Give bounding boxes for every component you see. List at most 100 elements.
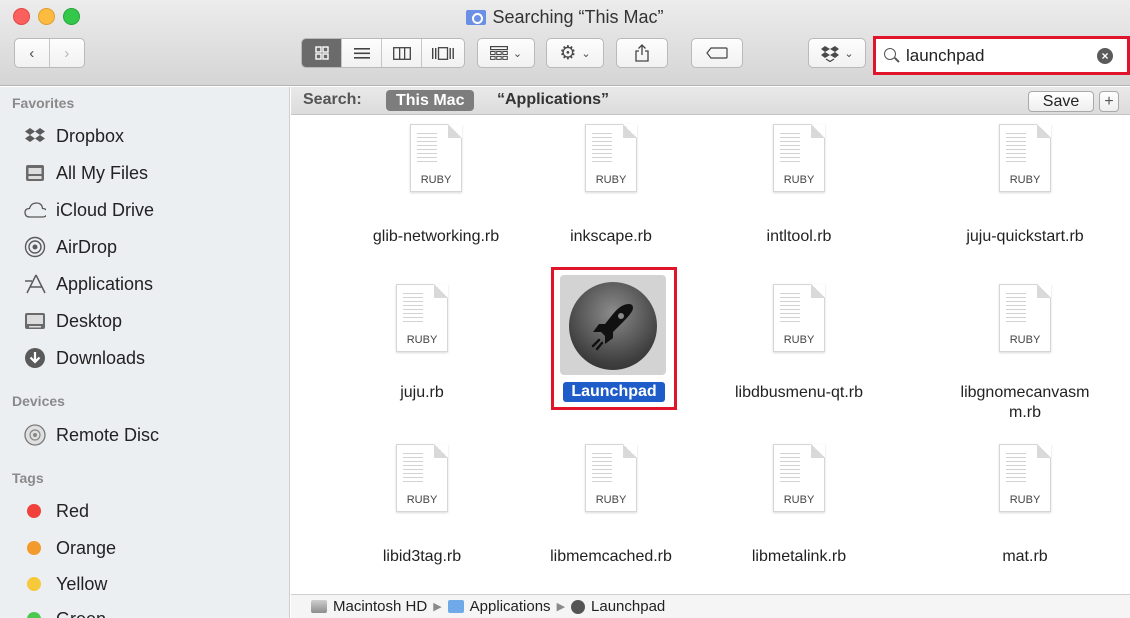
edit-tags-button[interactable] (691, 38, 743, 68)
navigation-buttons: ‹ › (14, 38, 85, 68)
sidebar-item-remote-disc[interactable]: Remote Disc (0, 417, 289, 453)
column-view-icon (392, 46, 411, 60)
scope-this-mac-button[interactable]: This Mac (386, 90, 475, 111)
ruby-file-icon: RUBY (410, 124, 462, 192)
icon-view-icon (314, 46, 329, 60)
sidebar-tag-green[interactable]: Green (0, 601, 289, 618)
dropbox-icon (821, 45, 840, 62)
toolbar: Searching “This Mac” ‹ › ⌄ ⚙ ⌄ ⌄ launchp… (0, 0, 1130, 86)
sidebar-item-desktop[interactable]: Desktop (0, 303, 289, 339)
list-view-button[interactable] (342, 39, 382, 67)
sidebar-item-label: Remote Disc (56, 424, 160, 445)
ruby-file-icon: RUBY (999, 444, 1051, 512)
finder-window: Searching “This Mac” ‹ › ⌄ ⚙ ⌄ ⌄ launchp… (0, 0, 1130, 618)
scope-applications-button[interactable]: “Applications” (497, 91, 609, 109)
path-item-launchpad[interactable]: Launchpad (591, 598, 665, 615)
sidebar-item-applications[interactable]: Applications (0, 266, 289, 302)
sidebar-header-favorites: Favorites (12, 95, 75, 111)
smart-folder-icon (466, 10, 487, 25)
share-icon (635, 44, 649, 62)
sidebar-item-icloud-drive[interactable]: iCloud Drive (0, 192, 289, 228)
file-name-line-1: libgnomecanvasm (960, 384, 1090, 401)
sidebar-item-label: Downloads (56, 347, 146, 368)
chevron-right-icon: › (64, 44, 70, 62)
downloads-icon (24, 347, 46, 369)
path-item-applications[interactable]: Applications (470, 598, 551, 615)
tag-dot-icon (27, 541, 41, 555)
sidebar-item-dropbox[interactable]: Dropbox (0, 118, 289, 154)
tag-dot-icon (27, 612, 41, 618)
column-view-button[interactable] (382, 39, 422, 67)
all-files-icon (24, 162, 46, 184)
file-name: glib-networking.rb (372, 228, 500, 245)
arrange-icon (489, 46, 508, 60)
sidebar-item-label: Yellow (56, 573, 108, 594)
tag-icon (706, 47, 728, 59)
dropbox-button[interactable]: ⌄ (808, 38, 866, 68)
back-button[interactable]: ‹ (15, 39, 50, 67)
sidebar-item-label: AirDrop (56, 236, 118, 257)
search-scope-label: Search: (303, 91, 362, 108)
chevron-down-icon: ⌄ (581, 47, 591, 60)
sidebar-item-airdrop[interactable]: AirDrop (0, 229, 289, 265)
sidebar-tag-red[interactable]: Red (0, 493, 289, 529)
search-scope-bar: Search: This Mac “Applications” Save + (291, 87, 1130, 115)
ruby-file-icon: RUBY (999, 124, 1051, 192)
clear-search-icon[interactable]: × (1097, 48, 1113, 64)
sidebar-item-label: Desktop (56, 310, 123, 331)
file-name: inkscape.rb (570, 228, 652, 245)
sidebar-item-all-my-files[interactable]: All My Files (0, 155, 289, 191)
file-name: juju-quickstart.rb (966, 228, 1084, 245)
gear-icon: ⚙ (559, 42, 577, 64)
sidebar-item-label: All My Files (56, 162, 149, 183)
applications-folder-icon (447, 600, 464, 613)
sidebar-item-label: Orange (56, 537, 117, 558)
cover-flow-icon (432, 46, 454, 60)
airdrop-icon (24, 236, 46, 258)
launchpad-app-icon[interactable] (569, 282, 657, 370)
file-name: libid3tag.rb (382, 548, 462, 565)
ruby-file-icon: RUBY (999, 284, 1051, 352)
sidebar-item-downloads[interactable]: Downloads (0, 340, 289, 376)
ruby-file-icon: RUBY (773, 444, 825, 512)
chevron-down-icon: ⌄ (844, 47, 854, 60)
sidebar-tag-orange[interactable]: Orange (0, 530, 289, 566)
ruby-file-icon: RUBY (585, 124, 637, 192)
search-input[interactable] (906, 45, 1086, 66)
ruby-file-icon: RUBY (585, 444, 637, 512)
arrange-button[interactable]: ⌄ (477, 38, 535, 68)
chevron-left-icon: ‹ (29, 44, 35, 62)
sidebar-item-label: iCloud Drive (56, 199, 155, 220)
cover-flow-view-button[interactable] (422, 39, 464, 67)
file-name: libdbusmenu-qt.rb (734, 384, 864, 401)
file-grid: RUBY glib-networking.rb RUBY inkscape.rb… (291, 116, 1130, 594)
sidebar-tag-yellow[interactable]: Yellow (0, 566, 289, 602)
save-search-button[interactable]: Save (1028, 91, 1094, 112)
ruby-file-icon: RUBY (773, 284, 825, 352)
search-field-container: × (873, 36, 1130, 75)
path-separator-icon: ▶ (433, 601, 442, 613)
action-button[interactable]: ⚙ ⌄ (546, 38, 604, 68)
window-title: Searching “This Mac” (0, 5, 1130, 29)
forward-button[interactable]: › (50, 39, 85, 67)
tag-dot-icon (27, 504, 41, 518)
disc-icon (24, 424, 46, 446)
desktop-icon (24, 310, 46, 332)
file-name: libmemcached.rb (550, 548, 672, 565)
cloud-icon (24, 199, 46, 221)
ruby-file-icon: RUBY (396, 444, 448, 512)
sidebar-item-label: Dropbox (56, 125, 125, 146)
icon-view-button[interactable] (302, 39, 342, 67)
view-mode-control (301, 38, 465, 68)
file-name: mat.rb (1002, 548, 1048, 565)
launchpad-small-icon (571, 599, 586, 614)
hard-drive-icon (311, 600, 327, 613)
add-criteria-button[interactable]: + (1099, 91, 1119, 112)
launchpad-name-label: Launchpad (563, 382, 665, 402)
path-item-macintosh-hd[interactable]: Macintosh HD (333, 598, 427, 615)
share-button[interactable] (616, 38, 668, 68)
rocket-icon (591, 304, 633, 351)
tag-dot-icon (27, 577, 41, 591)
chevron-down-icon: ⌄ (512, 47, 523, 60)
ruby-file-icon: RUBY (773, 124, 825, 192)
